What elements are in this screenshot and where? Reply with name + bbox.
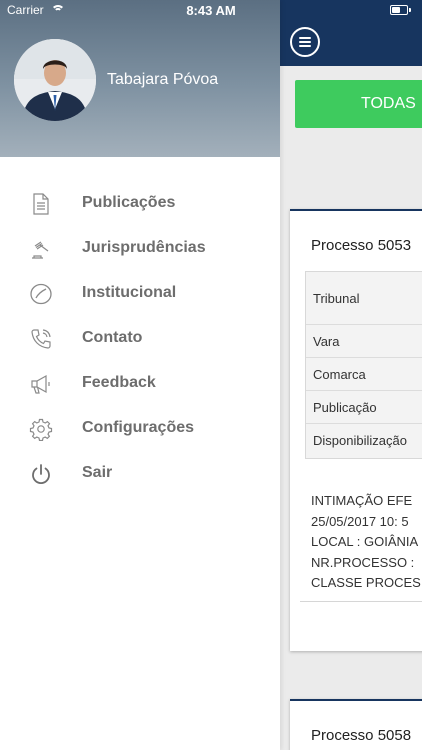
drawer-menu: Publicações Jurisprudências Instituciona… (0, 182, 280, 497)
body-line: NR.PROCESSO : (311, 554, 415, 570)
body-line: 25/05/2017 10: 5 (311, 513, 409, 529)
avatar[interactable] (14, 39, 96, 121)
menu-item-publicacoes[interactable]: Publicações (0, 182, 280, 227)
body-line: INTIMAÇÃO EFE (311, 493, 413, 508)
status-time: 8:43 AM (186, 3, 236, 18)
divider (300, 601, 422, 602)
info-row-tribunal: Tribunal (306, 272, 422, 325)
menu-item-label: Institucional (82, 284, 177, 301)
menu-item-label: Jurisprudências (82, 239, 206, 256)
info-row-disponibilizacao: Disponibilização (313, 433, 407, 448)
process-title: Processo 5053 (311, 237, 412, 254)
menu-item-label: Publicações (82, 194, 176, 211)
menu-item-jurisprudencias[interactable]: Jurisprudências (0, 227, 280, 272)
tab-todas[interactable]: TODAS (295, 80, 422, 128)
process-card[interactable]: Processo 5058 (290, 699, 422, 750)
profile-name: Tabajara Póvoa (107, 71, 219, 88)
menu-item-sair[interactable]: Sair (0, 452, 280, 497)
body-line: CLASSE PROCES (311, 575, 421, 590)
menu-item-contato[interactable]: Contato (0, 317, 280, 362)
gear-icon (29, 417, 53, 442)
phone-icon (29, 327, 53, 351)
menu-item-configuracoes[interactable]: Configurações (0, 407, 280, 452)
menu-item-institucional[interactable]: Institucional (0, 272, 280, 317)
megaphone-icon (29, 372, 53, 396)
menu-item-label: Sair (82, 464, 113, 481)
info-row-vara: Vara (306, 325, 422, 358)
gavel-icon (29, 237, 53, 261)
body-line: LOCAL : GOIÂNIA (311, 534, 419, 549)
process-body-text: INTIMAÇÃO EFE 25/05/2017 10: 5 LOCAL : G… (311, 491, 422, 594)
institutional-icon (29, 282, 53, 306)
main-screen: TODAS Processo 5053 Tribunal Vara Comarc… (280, 0, 422, 750)
menu-item-label: Contato (82, 329, 143, 346)
process-card[interactable]: Processo 5053 Tribunal Vara Comarca Publ… (290, 209, 422, 651)
process-title: Processo 5058 (311, 727, 412, 744)
document-icon (29, 192, 53, 216)
hamburger-menu-button[interactable] (290, 27, 320, 57)
drawer-header: Carrier 8:43 AM Tabajara Póvoa (0, 0, 280, 157)
process-info-table: Tribunal Vara Comarca Publicação Disponi… (305, 271, 422, 459)
info-row-publicacao: Publicação (306, 391, 422, 424)
menu-item-feedback[interactable]: Feedback (0, 362, 280, 407)
power-icon (29, 462, 53, 486)
side-drawer: Carrier 8:43 AM Tabajara Póvoa Publicaçõ… (0, 0, 280, 750)
menu-item-label: Configurações (82, 419, 195, 436)
info-row-comarca: Comarca (306, 358, 422, 391)
menu-item-label: Feedback (82, 374, 156, 391)
